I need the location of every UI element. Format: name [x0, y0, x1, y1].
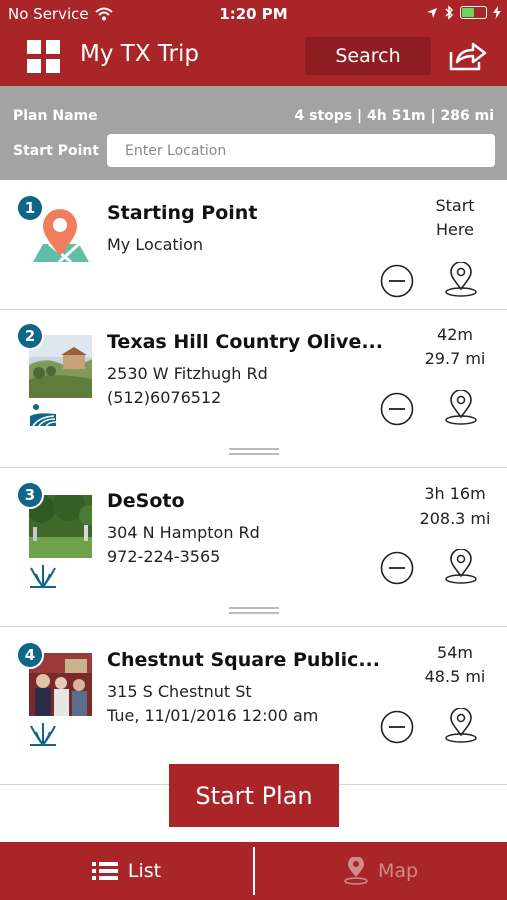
plan-header: Plan Name 4 stops | 4h 51m | 286 mi Star… [0, 86, 507, 180]
remove-stop-icon[interactable] [380, 551, 414, 585]
grid-menu-icon[interactable] [27, 40, 60, 73]
start-location-input[interactable] [107, 134, 495, 167]
stop-name[interactable]: Chestnut Square Public... [107, 649, 380, 671]
stop-distance: 29.7 mi [424, 349, 486, 368]
list-icon [91, 862, 118, 880]
map-pin-icon[interactable] [443, 708, 479, 744]
stop-distance: Here [436, 220, 474, 239]
reeds-icon [30, 565, 56, 588]
map-pin-icon[interactable] [443, 390, 479, 426]
drag-handle[interactable] [229, 448, 279, 455]
stop-item[interactable]: 2 Texas Hill Country Olive... 2530 W Fit… [0, 310, 507, 468]
tab-map-label: Map [377, 860, 419, 882]
nav-bar: My TX Trip Search [0, 28, 507, 86]
stop-number-badge: 2 [16, 322, 44, 350]
bluetooth-icon [445, 5, 454, 20]
stop-name[interactable]: DeSoto [107, 490, 185, 512]
battery-fill [462, 8, 475, 17]
stop-name[interactable]: Texas Hill Country Olive... [107, 331, 383, 353]
stop-distance: 48.5 mi [424, 667, 486, 686]
farm-field-icon [29, 402, 57, 428]
location-arrow-icon [427, 7, 437, 18]
stop-item[interactable]: 3 DeSoto 304 N Hampton Rd 972-224-3565 3… [0, 468, 507, 627]
remove-stop-icon[interactable] [380, 264, 414, 298]
tab-map[interactable]: Map [255, 842, 507, 900]
remove-stop-icon[interactable] [380, 710, 414, 744]
drag-handle[interactable] [229, 607, 279, 614]
stop-phone[interactable]: 972-224-3565 [107, 547, 220, 566]
start-point-label: Start Point [13, 143, 100, 159]
stop-number-badge: 4 [16, 641, 44, 669]
stop-phone[interactable]: (512)6076512 [107, 388, 221, 407]
stop-number-badge: 1 [16, 194, 44, 222]
app-title: My TX Trip [80, 41, 199, 67]
start-plan-button[interactable]: Start Plan [169, 764, 339, 827]
map-pin-icon[interactable] [443, 549, 479, 585]
stop-address: 315 S Chestnut St [107, 682, 252, 701]
search-button[interactable]: Search [305, 37, 431, 75]
stop-datetime: Tue, 11/01/2016 12:00 am [107, 706, 319, 725]
map-pin-icon[interactable] [443, 262, 479, 298]
stop-time: 3h 16m [424, 484, 486, 503]
share-icon[interactable] [448, 40, 488, 72]
status-right [426, 5, 501, 20]
tab-bar: List Map [0, 842, 507, 900]
status-bar: No Service 1:20 PM [0, 0, 507, 28]
reeds-icon [30, 723, 56, 746]
stop-address: 304 N Hampton Rd [107, 523, 260, 542]
stop-distance: 208.3 mi [419, 509, 491, 528]
stop-address: 2530 W Fitzhugh Rd [107, 364, 268, 383]
map-marker-icon [344, 857, 368, 885]
stop-item[interactable]: 1 Starting Point My Location Start Here [0, 180, 507, 310]
plan-name-label[interactable]: Plan Name [13, 108, 98, 124]
tab-list-label: List [127, 860, 162, 882]
tab-list[interactable]: List [0, 842, 253, 900]
charging-bolt-icon [493, 6, 501, 19]
stop-time: 42m [437, 325, 473, 344]
stop-item[interactable]: 4 Chestnut Square Public... 315 S Chestn… [0, 627, 507, 785]
battery-icon [460, 6, 487, 19]
stop-name[interactable]: Starting Point [107, 202, 257, 224]
stop-address: My Location [107, 235, 204, 254]
remove-stop-icon[interactable] [380, 392, 414, 426]
stop-number-badge: 3 [16, 481, 44, 509]
stop-time: 54m [437, 643, 473, 662]
plan-summary: 4 stops | 4h 51m | 286 mi [294, 108, 494, 124]
stop-time: Start [435, 196, 475, 215]
